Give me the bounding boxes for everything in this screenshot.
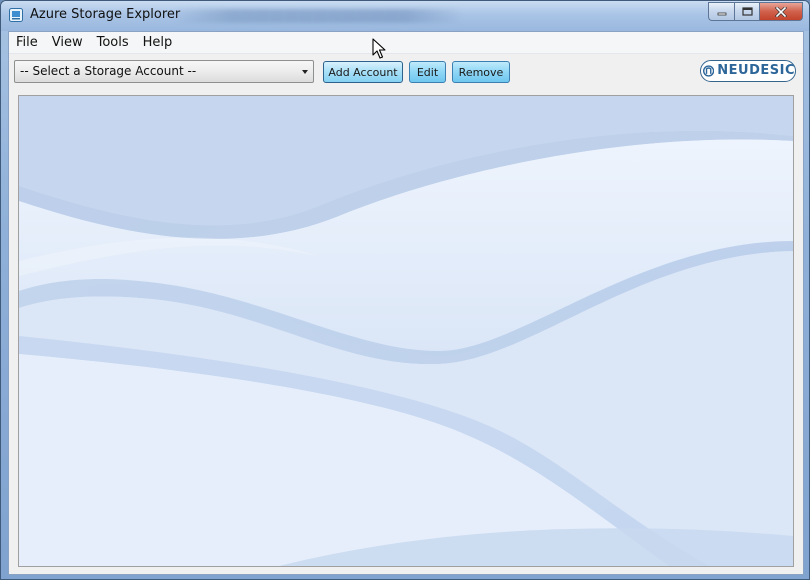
menu-view[interactable]: View — [45, 32, 90, 53]
menu-bar: File View Tools Help — [9, 32, 803, 54]
app-window: Azure Storage Explorer File View Tools H… — [0, 0, 810, 580]
window-title: Azure Storage Explorer — [30, 7, 181, 22]
close-button[interactable] — [759, 2, 803, 21]
storage-account-select-value: -- Select a Storage Account -- — [20, 64, 197, 78]
toolbar: -- Select a Storage Account -- Add Accou… — [9, 54, 803, 92]
menu-tools[interactable]: Tools — [90, 32, 136, 53]
window-controls — [708, 2, 803, 21]
dropdown-arrow-icon — [302, 70, 308, 74]
remove-account-button[interactable]: Remove — [452, 61, 510, 83]
mouse-cursor-icon — [372, 38, 386, 59]
wave-background — [19, 96, 793, 566]
menu-file[interactable]: File — [9, 32, 45, 53]
maximize-button[interactable] — [734, 2, 759, 21]
client-area: File View Tools Help -- Select a Storage… — [8, 31, 804, 575]
neudesic-logo-text: NEUDESIC — [717, 63, 795, 78]
storage-account-select[interactable]: -- Select a Storage Account -- — [14, 60, 314, 83]
menu-help[interactable]: Help — [136, 32, 180, 53]
title-bar-glass — [173, 9, 463, 23]
neudesic-logo: NEUDESIC — [700, 60, 796, 82]
close-icon — [775, 6, 787, 17]
minimize-button[interactable] — [708, 2, 734, 21]
minimize-icon — [717, 12, 726, 15]
storage-app-icon — [9, 8, 23, 22]
edit-account-button[interactable]: Edit — [409, 61, 446, 83]
maximize-icon — [741, 7, 753, 16]
add-account-button[interactable]: Add Account — [323, 61, 403, 83]
content-panel — [18, 95, 794, 567]
title-bar[interactable]: Azure Storage Explorer — [1, 1, 809, 31]
neudesic-logo-mark-icon — [703, 65, 715, 77]
